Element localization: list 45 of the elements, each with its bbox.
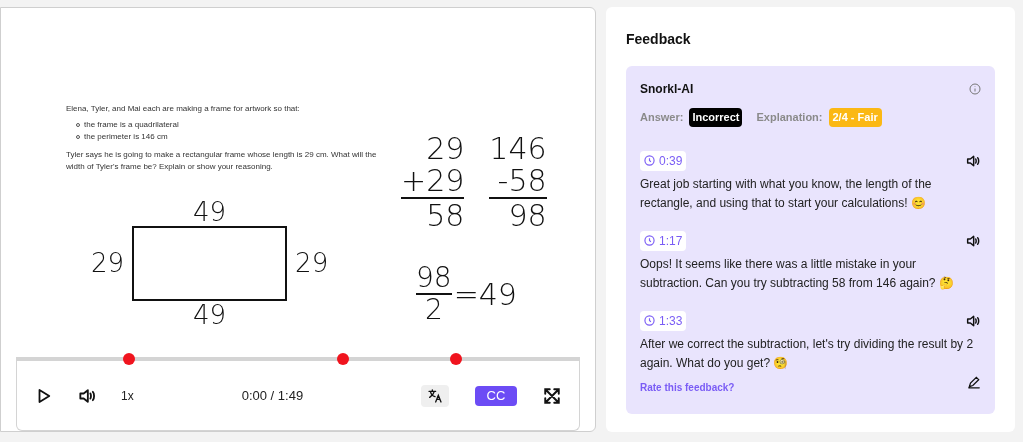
handwritten-number: 29	[426, 133, 465, 165]
explanation-badge: 2/4 - Fair	[828, 108, 882, 127]
worksheet-bullet: the frame is a quadrilateral	[84, 119, 179, 131]
clock-icon	[644, 315, 655, 326]
rate-feedback-link[interactable]: Rate this feedback?	[640, 379, 735, 395]
worksheet-text: Elena, Tyler, and Mai each are making a frame for artwork so that:	[66, 103, 301, 115]
time-display: 0:00 / 1:49	[241, 386, 304, 405]
handwritten-number: -58	[497, 165, 547, 197]
timestamp-button[interactable]: 1:33	[640, 310, 687, 331]
clock-icon	[644, 235, 655, 246]
explanation-label: Explanation:	[756, 110, 823, 125]
worksheet-bullet: the perimeter is 146 cm	[84, 131, 168, 143]
translate-icon	[427, 387, 443, 404]
handwritten-number: 29	[295, 247, 329, 280]
handwritten-number: 49	[192, 301, 228, 329]
timestamp-button[interactable]: 0:39	[640, 150, 687, 171]
handwritten-number: 58	[426, 199, 465, 233]
underline-rule	[401, 197, 465, 199]
edit-button[interactable]	[967, 374, 981, 389]
answer-label: Answer:	[640, 110, 684, 125]
feedback-text: Great job starting with what you know, the length of the rectangle, and using that to start your calculations! 😊	[640, 175, 933, 212]
handwritten-number: +29	[401, 165, 465, 197]
feedback-text: After we correct the subtraction, let's try dividing the result by 2 again. What do you get? 🧐	[640, 335, 975, 372]
handwritten-number: 29	[91, 247, 125, 280]
timeline-marker[interactable]	[122, 353, 135, 365]
underline-rule	[489, 197, 547, 199]
handwritten-number: =49	[453, 275, 517, 314]
answer-badge: Incorrect	[689, 108, 743, 127]
timeline-marker[interactable]	[337, 353, 350, 365]
handwritten-number: 2	[424, 295, 443, 325]
captions-button[interactable]: CC	[475, 385, 517, 406]
speed-button[interactable]: 1x	[121, 386, 134, 405]
handwritten-number: 146	[489, 133, 547, 165]
translate-button[interactable]	[421, 384, 449, 407]
panel-heading: Feedback	[626, 30, 692, 49]
timeline-marker[interactable]	[449, 353, 462, 365]
handwritten-number: 49	[192, 198, 228, 226]
feedback-source: Snorkl-AI	[640, 81, 694, 98]
timestamp-button[interactable]: 1:17	[640, 230, 687, 251]
clock-icon	[644, 155, 655, 166]
fullscreen-button[interactable]	[543, 386, 561, 405]
handwritten-number: 98	[416, 263, 452, 293]
handwritten-number: 98	[508, 199, 547, 233]
feedback-text: Oops! It seems like there was a little mistake in your subtraction. Can you try subtracting 58 from 146 again? 🤔	[640, 255, 955, 292]
worksheet-question: Tyler says he is going to make a rectangular frame whose length is 29 cm. What will the width of Tyler's frame be? Explain or show your reasoning.	[66, 149, 378, 173]
